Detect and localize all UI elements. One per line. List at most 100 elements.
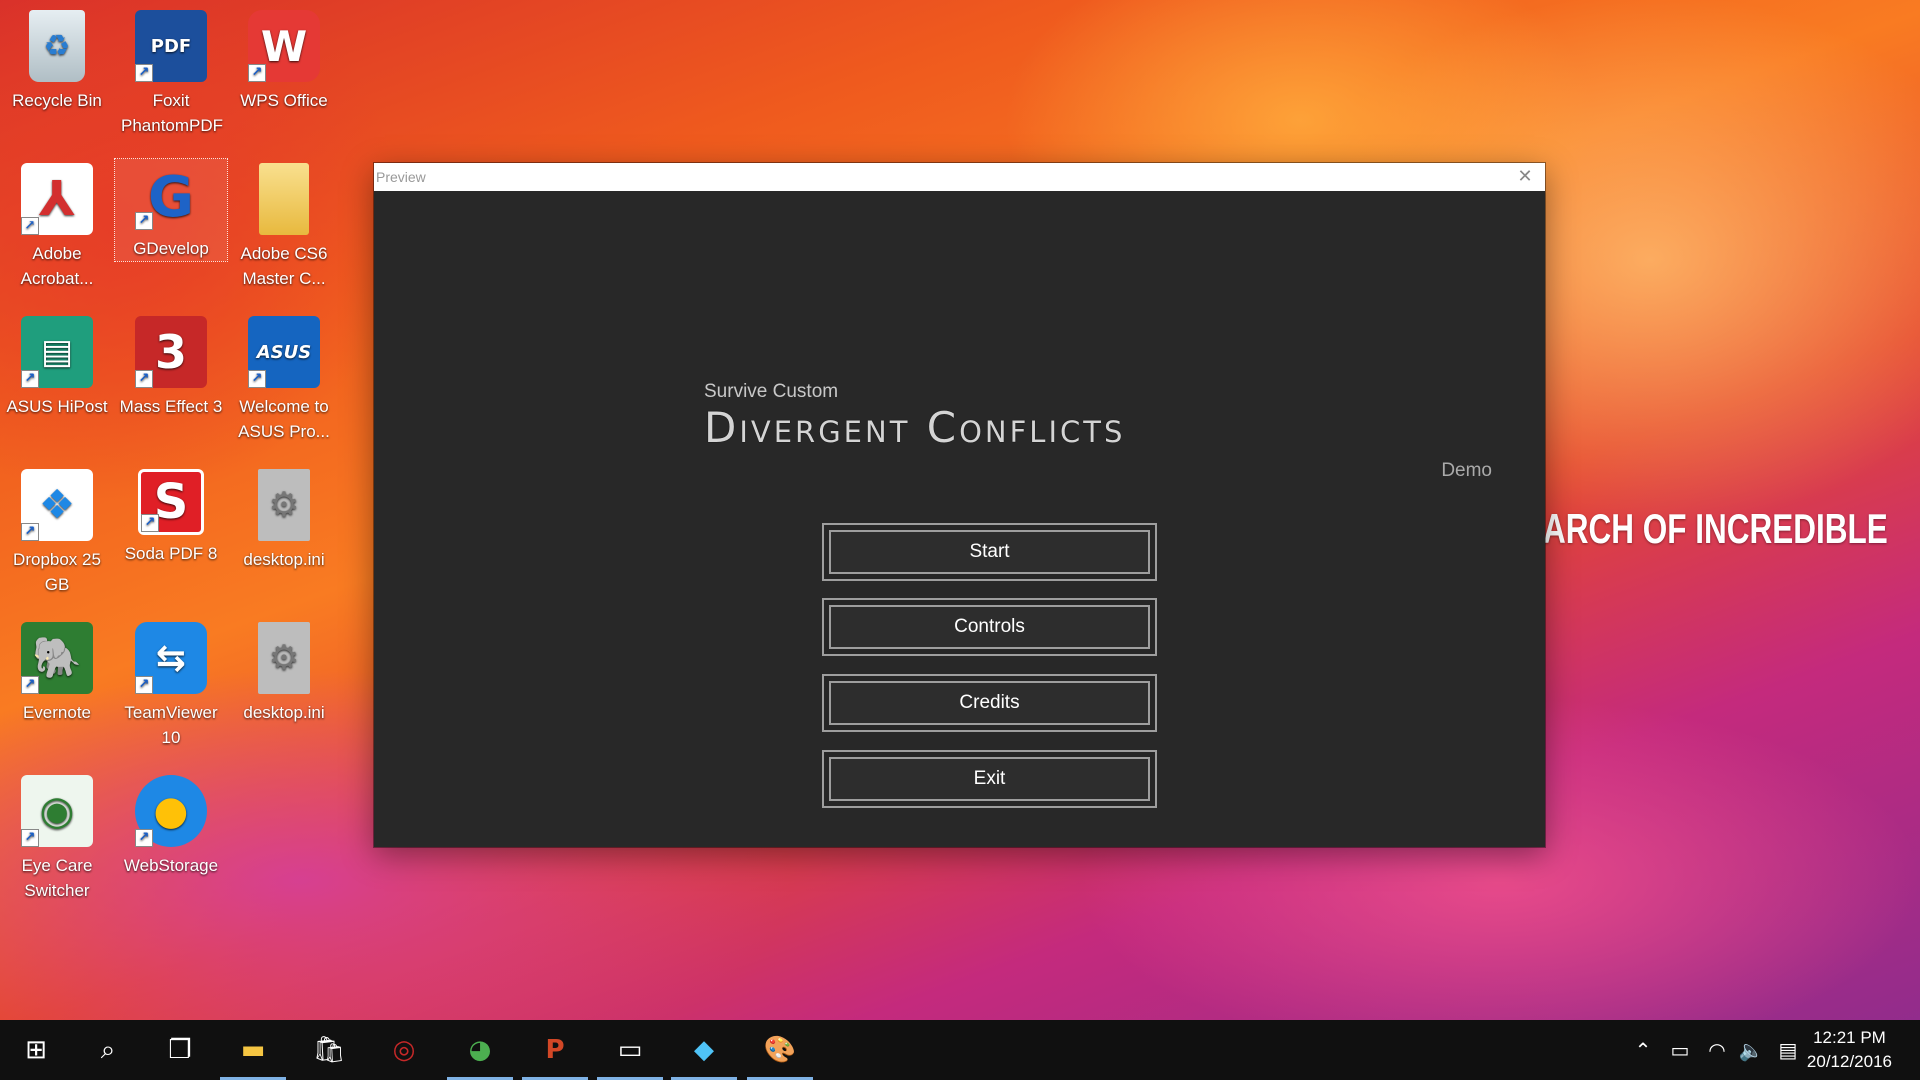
gdevelop-icon: G ↗ (135, 165, 207, 230)
desktop-icon-label: Mass Effect 3 (119, 397, 223, 416)
desktop-icon-label: desktop.ini (243, 703, 325, 722)
desktop-icon-desktop-ini-2[interactable]: ⚙ desktop.ini (228, 616, 340, 725)
desktop-icon-evernote[interactable]: 🐘 ↗ Evernote (1, 616, 113, 725)
credits-button[interactable]: Credits (822, 674, 1157, 732)
paint3d-icon[interactable]: ◆ (668, 1020, 740, 1080)
foxit-pdf-icon: PDF ↗ (135, 10, 207, 82)
powerpoint-icon[interactable]: P (519, 1020, 591, 1080)
game-edition: Demo (1441, 460, 1492, 481)
dropbox-icon: ❖ ↗ (21, 469, 93, 541)
shortcut-arrow-icon: ↗ (21, 676, 39, 694)
store-icon[interactable]: 🛍 (293, 1020, 365, 1080)
desktop-icon-label: TeamViewer 10 (124, 703, 218, 747)
wallpaper-text: ARCH OF INCREDIBLE (1543, 505, 1888, 552)
asus-app-icon[interactable]: ◎ (368, 1020, 440, 1080)
button-label: Credits (959, 692, 1020, 713)
start-icon[interactable]: ⊞ (0, 1020, 72, 1080)
desktop-icon-webstorage[interactable]: ● ↗ WebStorage (115, 769, 227, 878)
game-subtitle: Survive Custom (704, 381, 839, 402)
controls-button[interactable]: Controls (822, 598, 1157, 656)
battery-icon[interactable]: ▭ (1662, 1020, 1698, 1080)
taskbar: ⊞ ⌕ ❐ ▬ 🛍 ◎ ◕ P ▭ ◆ 🎨 ⌃ ▭ ◠ 🔈 ▤ 12:21 PM… (0, 1020, 1920, 1080)
desktop-icon-label: Recycle Bin (12, 91, 102, 110)
desktop-icon-label: GDevelop (133, 239, 209, 258)
clock-time: 12:21 PM (1813, 1028, 1886, 1047)
settings-file-icon: ⚙ (258, 469, 310, 541)
desktop-icon-eye-care[interactable]: ◉ ↗ Eye Care Switcher (1, 769, 113, 903)
desktop-icon-label: Welcome to ASUS Pro... (238, 397, 330, 441)
taskbar-clock[interactable]: 12:21 PM 20/12/2016 (1807, 1026, 1892, 1074)
shortcut-arrow-icon: ↗ (135, 212, 153, 230)
desktop-icon-label: desktop.ini (243, 550, 325, 569)
desktop-icon-teamviewer[interactable]: ⇆ ↗ TeamViewer 10 (115, 616, 227, 750)
shortcut-arrow-icon: ↗ (135, 370, 153, 388)
desktop-icon-label: Evernote (22, 703, 92, 722)
desktop-icon-gdevelop[interactable]: G ↗ GDevelop (114, 158, 228, 262)
desktop-icon-label: WPS Office (240, 91, 328, 110)
desktop-icon-foxit[interactable]: PDF ↗ Foxit PhantomPDF (115, 4, 227, 138)
desktop-icon-dropbox[interactable]: ❖ ↗ Dropbox 25 GB (1, 463, 113, 597)
notifications-icon[interactable]: ▤ (1770, 1020, 1806, 1080)
shortcut-arrow-icon: ↗ (135, 64, 153, 82)
shortcut-arrow-icon: ↗ (21, 217, 39, 235)
button-label: Controls (954, 616, 1025, 637)
shortcut-arrow-icon: ↗ (141, 514, 159, 532)
eye-care-icon: ◉ ↗ (21, 775, 93, 847)
wifi-icon[interactable]: ◠ (1699, 1020, 1735, 1080)
desktop-icon-label: Dropbox 25 GB (13, 550, 101, 594)
shortcut-arrow-icon: ↗ (21, 523, 39, 541)
asus-hipost-icon: ▤ ↗ (21, 316, 93, 388)
desktop-icon-label: Adobe Acrobat... (20, 244, 94, 288)
webstorage-icon: ● ↗ (135, 775, 207, 847)
mass-effect-icon: 3 ↗ (135, 316, 207, 388)
shortcut-arrow-icon: ↗ (248, 64, 266, 82)
search-icon[interactable]: ⌕ (72, 1020, 144, 1080)
chrome-icon[interactable]: ◕ (444, 1020, 516, 1080)
window-title: Preview (376, 169, 426, 185)
monitor-app-icon[interactable]: ▭ (594, 1020, 666, 1080)
chevron-up-icon[interactable]: ⌃ (1625, 1020, 1661, 1080)
desktop-icon-mass-effect[interactable]: 3 ↗ Mass Effect 3 (115, 310, 227, 419)
desktop-icon-adobe-acrobat[interactable]: ⅄ ↗ Adobe Acrobat... (1, 157, 113, 291)
adobe-acrobat-icon: ⅄ ↗ (21, 163, 93, 235)
desktop-icon-asus-welcome[interactable]: ASUS ↗ Welcome to ASUS Pro... (228, 310, 340, 444)
evernote-icon: 🐘 ↗ (21, 622, 93, 694)
file-explorer-icon[interactable]: ▬ (217, 1020, 289, 1080)
desktop-icon-asus-hipost[interactable]: ▤ ↗ ASUS HiPost (1, 310, 113, 419)
button-label: Start (969, 541, 1010, 562)
desktop-icon-label: Foxit PhantomPDF (121, 91, 224, 135)
close-icon[interactable]: ✕ (1513, 165, 1537, 189)
start-button[interactable]: Start (822, 523, 1157, 581)
desktop-icon-label: WebStorage (123, 856, 219, 875)
shortcut-arrow-icon: ↗ (21, 370, 39, 388)
folder-icon (259, 163, 309, 235)
preview-window: Preview ✕ Survive Custom Divergent Confl… (374, 163, 1545, 847)
recycle-bin-icon: ♻ (29, 10, 85, 82)
shortcut-arrow-icon: ↗ (135, 676, 153, 694)
volume-icon[interactable]: 🔈 (1733, 1020, 1769, 1080)
wps-office-icon: W ↗ (248, 10, 320, 82)
desktop-icon-wps-office[interactable]: W ↗ WPS Office (228, 4, 340, 113)
clock-date: 20/12/2016 (1806, 1052, 1892, 1071)
desktop-icon-label: ASUS HiPost (6, 397, 108, 416)
shortcut-arrow-icon: ↗ (135, 829, 153, 847)
desktop-icon-recycle-bin[interactable]: ♻ Recycle Bin (1, 4, 113, 113)
desktop-icon-adobe-cs6[interactable]: Adobe CS6 Master C... (228, 157, 340, 291)
desktop-icon-label: Soda PDF 8 (124, 544, 218, 563)
desktop-icon-soda-pdf[interactable]: S ↗ Soda PDF 8 (115, 463, 227, 566)
desktop-icon-label: Eye Care Switcher (21, 856, 93, 900)
shortcut-arrow-icon: ↗ (21, 829, 39, 847)
asus-icon: ASUS ↗ (248, 316, 320, 388)
desktop-icon-desktop-ini-1[interactable]: ⚙ desktop.ini (228, 463, 340, 572)
soda-pdf-icon: S ↗ (138, 469, 204, 535)
gdevelop-palette-icon[interactable]: 🎨 (744, 1020, 816, 1080)
teamviewer-icon: ⇆ ↗ (135, 622, 207, 694)
shortcut-arrow-icon: ↗ (248, 370, 266, 388)
exit-button[interactable]: Exit (822, 750, 1157, 808)
window-titlebar[interactable]: Preview ✕ (374, 163, 1545, 191)
button-label: Exit (973, 768, 1006, 789)
task-view-icon[interactable]: ❐ (144, 1020, 216, 1080)
game-title: Divergent Conflicts (704, 403, 1126, 452)
desktop-icon-label: Adobe CS6 Master C... (240, 244, 328, 288)
settings-file-icon: ⚙ (258, 622, 310, 694)
